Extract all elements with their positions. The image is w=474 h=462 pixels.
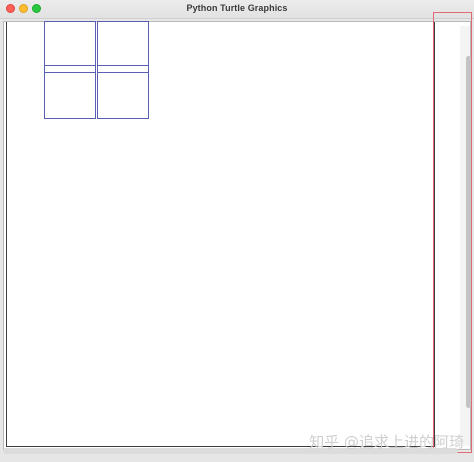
grid-cell-bottom-right bbox=[97, 65, 149, 119]
grid-cell-bottom-left bbox=[44, 65, 96, 119]
turtle-canvas[interactable] bbox=[3, 21, 471, 450]
turtle-window: Python Turtle Graphics 知乎 @追求上进的阿琦 bbox=[0, 0, 474, 462]
title-bar[interactable]: Python Turtle Graphics bbox=[0, 0, 474, 19]
window-title: Python Turtle Graphics bbox=[186, 3, 288, 13]
scrollbar-highlight-box bbox=[433, 12, 472, 453]
watermark-text: 知乎 @追求上进的阿琦 bbox=[309, 433, 464, 451]
